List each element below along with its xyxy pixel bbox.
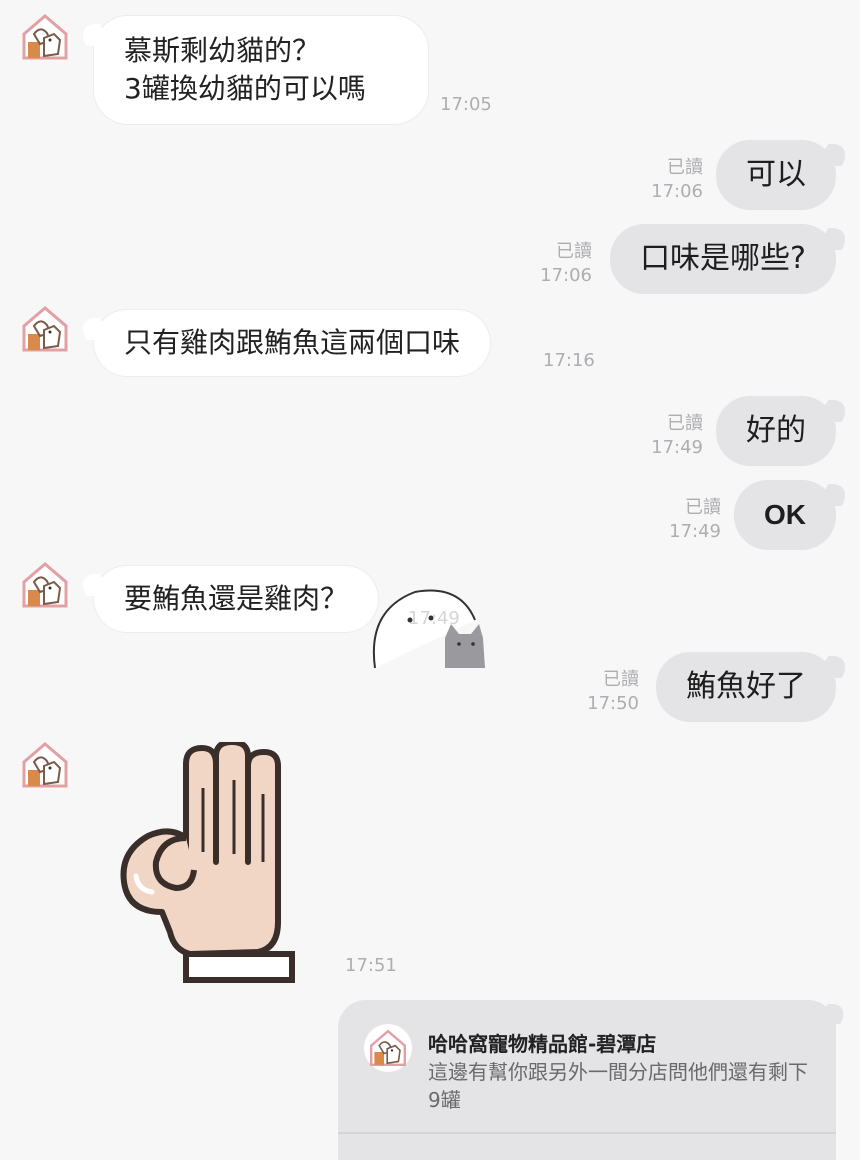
message-meta: 已讀 17:49 — [669, 496, 721, 544]
outgoing-message[interactable]: 好的 — [716, 396, 836, 466]
message-time: 17:49 — [669, 521, 721, 542]
incoming-message[interactable]: 慕斯剩幼貓的？ 3罐換幼貓的可以嗎 — [94, 16, 428, 124]
shared-contact-name: 哈哈窩寵物精品館-碧潭店 — [428, 1032, 657, 1056]
read-receipt: 已讀 — [685, 497, 721, 518]
message-time: 17:49 — [408, 608, 460, 629]
incoming-message[interactable]: 要鮪魚還是雞肉？ — [94, 566, 379, 632]
message-text: 鮪魚好了 — [686, 669, 806, 704]
ok-hand-sticker-icon[interactable] — [118, 742, 308, 987]
message-text: 可以 — [746, 157, 806, 192]
shop-avatar-icon[interactable] — [20, 304, 70, 354]
message-time: 17:06 — [651, 181, 703, 202]
outgoing-message[interactable]: 鮪魚好了 — [656, 652, 836, 722]
shared-contact-text: 這邊有幫你跟另外一間分店問他們還有剩下9罐 — [428, 1060, 808, 1112]
incoming-message[interactable]: 只有雞肉跟鮪魚這兩個口味 — [94, 310, 491, 376]
read-receipt: 已讀 — [603, 669, 639, 690]
read-receipt: 已讀 — [667, 157, 703, 178]
message-text: 要鮪魚還是雞肉？ — [124, 582, 349, 615]
message-meta: 已讀 17:49 — [651, 412, 703, 460]
message-meta: 已讀 17:06 — [540, 240, 592, 288]
message-line: 慕斯剩幼貓的？ — [124, 34, 321, 67]
shared-contact-card[interactable]: 哈哈窩寵物精品館-碧潭店 這邊有幫你跟另外一間分店問他們還有剩下9罐 — [338, 1000, 836, 1160]
message-text: 好的 — [746, 413, 806, 448]
message-text: 只有雞肉跟鮪魚這兩個口味 — [124, 326, 461, 359]
shop-avatar-icon[interactable] — [20, 560, 70, 610]
shop-avatar-icon[interactable] — [20, 740, 70, 790]
shop-avatar-icon[interactable] — [20, 12, 70, 62]
message-line: 3罐換幼貓的可以嗎 — [124, 72, 366, 105]
message-time: 17:49 — [651, 437, 703, 458]
message-meta: 已讀 17:06 — [651, 156, 703, 204]
outgoing-message[interactable]: 口味是哪些? — [610, 224, 836, 294]
outgoing-message[interactable]: 可以 — [716, 140, 836, 210]
shop-avatar-icon — [364, 1024, 412, 1072]
divider — [338, 1132, 836, 1134]
outgoing-message[interactable]: OK — [734, 480, 836, 550]
message-time: 17:05 — [440, 94, 492, 115]
message-meta: 已讀 17:50 — [587, 668, 639, 716]
message-time: 17:50 — [587, 693, 639, 714]
message-text: OK — [764, 499, 806, 530]
read-receipt: 已讀 — [556, 241, 592, 262]
message-text: 口味是哪些? — [640, 241, 806, 276]
read-receipt: 已讀 — [667, 413, 703, 434]
message-time: 17:51 — [345, 955, 397, 976]
message-time: 17:06 — [540, 265, 592, 286]
message-time: 17:16 — [543, 350, 595, 371]
